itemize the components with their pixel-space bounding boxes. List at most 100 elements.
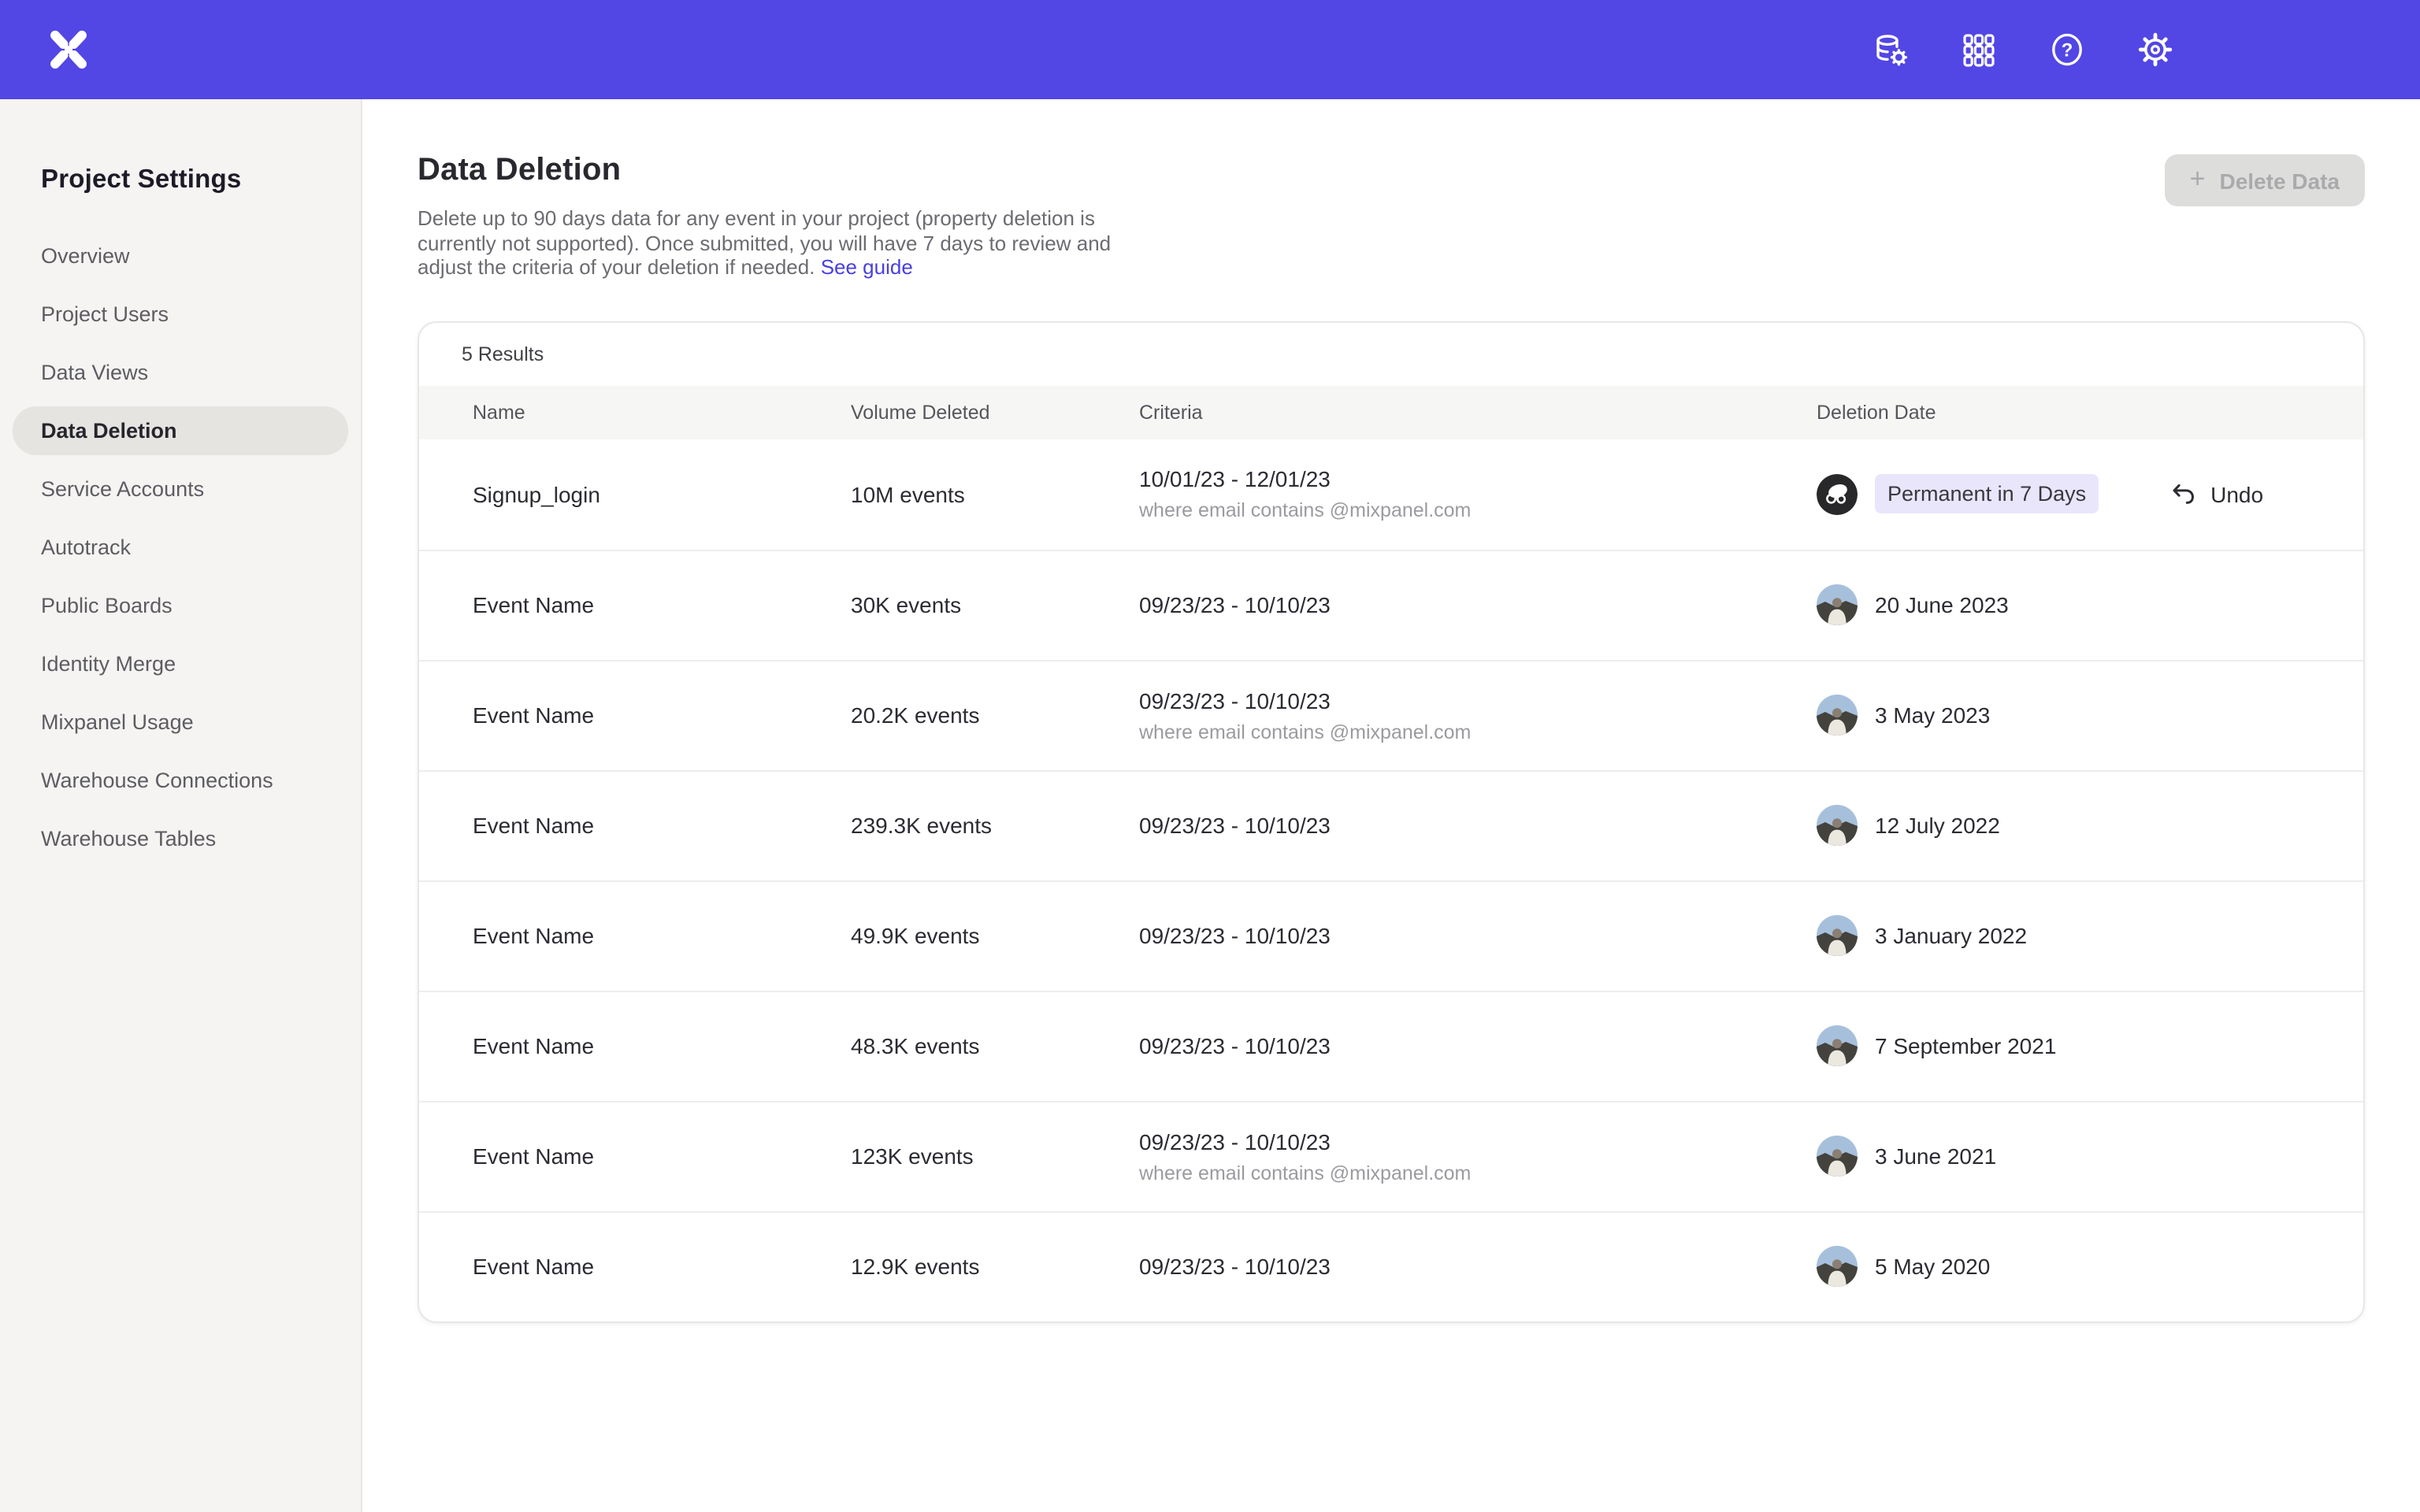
user-photo-avatar <box>1817 584 1858 625</box>
apps-grid-icon[interactable] <box>1960 31 1998 69</box>
table-header-row: Name Volume Deleted Criteria Deletion Da… <box>419 385 2363 439</box>
table-row: Event Name 20.2K events 09/23/23 - 10/10… <box>419 659 2363 769</box>
page-description-text: Delete up to 90 days data for any event … <box>418 206 1111 279</box>
row-volume: 48.3K events <box>851 1033 1139 1058</box>
sidebar-item-project-users[interactable]: Project Users <box>13 290 348 339</box>
user-photo-avatar <box>1817 805 1858 846</box>
table-row: Event Name 48.3K events 09/23/23 - 10/10… <box>419 990 2363 1100</box>
row-criteria-cell: 09/23/23 - 10/10/23 <box>1139 923 1817 948</box>
row-criteria: 09/23/23 - 10/10/23 <box>1139 1033 1817 1058</box>
character-avatar <box>1817 473 1858 514</box>
results-count: 5 Results <box>419 322 2363 385</box>
user-photo-avatar <box>1817 1136 1858 1177</box>
sidebar-item-identity-merge[interactable]: Identity Merge <box>13 639 348 688</box>
row-criteria: 09/23/23 - 10/10/23 <box>1139 592 1817 617</box>
table-row: Event Name 30K events 09/23/23 - 10/10/2… <box>419 549 2363 659</box>
sidebar-item-label: Identity Merge <box>41 652 176 676</box>
user-photo-avatar <box>1817 915 1858 956</box>
row-name: Event Name <box>473 1254 851 1279</box>
sidebar-item-public-boards[interactable]: Public Boards <box>13 581 348 630</box>
row-deletion-date-cell: 5 May 2020 <box>1817 1246 2363 1287</box>
table-body: Signup_login 10M events 10/01/23 - 12/01… <box>419 439 2363 1321</box>
column-header-volume: Volume Deleted <box>851 401 1139 423</box>
row-volume: 20.2K events <box>851 702 1139 728</box>
sidebar-item-mixpanel-usage[interactable]: Mixpanel Usage <box>13 698 348 747</box>
help-icon[interactable]: ? <box>2048 31 2086 69</box>
row-name: Event Name <box>473 592 851 617</box>
page-title: Data Deletion <box>418 153 1114 189</box>
sidebar-item-label: Autotrack <box>41 536 131 559</box>
deletion-date: 3 June 2021 <box>1875 1143 1996 1169</box>
sidebar-item-label: Mixpanel Usage <box>41 710 194 734</box>
mixpanel-logo[interactable] <box>44 26 91 73</box>
sidebar-item-warehouse-connections[interactable]: Warehouse Connections <box>13 756 348 805</box>
sidebar-item-data-views[interactable]: Data Views <box>13 348 348 397</box>
svg-text:?: ? <box>2062 39 2073 61</box>
sidebar-item-label: Public Boards <box>41 594 173 617</box>
row-criteria-detail: where email contains @mixpanel.com <box>1139 499 1817 521</box>
row-criteria-cell: 09/23/23 - 10/10/23 <box>1139 592 1817 617</box>
page-description: Delete up to 90 days data for any event … <box>418 206 1114 280</box>
row-criteria-cell: 09/23/23 - 10/10/23 <box>1139 813 1817 838</box>
delete-data-label: Delete Data <box>2219 168 2340 193</box>
row-volume: 10M events <box>851 481 1139 506</box>
topbar-icon-group: ? <box>1872 31 2174 69</box>
table-row: Event Name 12.9K events 09/23/23 - 10/10… <box>419 1210 2363 1321</box>
table-row: Event Name 123K events 09/23/23 - 10/10/… <box>419 1100 2363 1210</box>
row-criteria: 09/23/23 - 10/10/23 <box>1139 1128 1817 1154</box>
table-row: Event Name 49.9K events 09/23/23 - 10/10… <box>419 880 2363 990</box>
deletion-date: 12 July 2022 <box>1875 813 2000 838</box>
sidebar-item-label: Warehouse Connections <box>41 769 273 792</box>
row-volume: 12.9K events <box>851 1254 1139 1279</box>
row-deletion-date-cell: Permanent in 7 Days Undo <box>1817 473 2363 514</box>
status-badge: Permanent in 7 Days <box>1875 474 2099 513</box>
column-header-criteria: Criteria <box>1139 401 1817 423</box>
sidebar-item-autotrack[interactable]: Autotrack <box>13 523 348 572</box>
deletion-date: 5 May 2020 <box>1875 1254 1990 1279</box>
delete-data-button[interactable]: + Delete Data <box>2165 154 2365 206</box>
row-criteria: 10/01/23 - 12/01/23 <box>1139 466 1817 491</box>
row-deletion-date-cell: 12 July 2022 <box>1817 805 2363 846</box>
sidebar-item-label: Data Views <box>41 361 148 384</box>
row-name: Event Name <box>473 1033 851 1058</box>
row-criteria-detail: where email contains @mixpanel.com <box>1139 721 1817 743</box>
row-criteria: 09/23/23 - 10/10/23 <box>1139 923 1817 948</box>
user-photo-avatar <box>1817 695 1858 736</box>
plus-icon: + <box>2190 165 2206 192</box>
row-volume: 123K events <box>851 1143 1139 1169</box>
app-window: ? Project Settings Overview Project User… <box>0 0 2420 1512</box>
row-name: Event Name <box>473 813 851 838</box>
sidebar: Project Settings Overview Project Users … <box>0 99 362 1512</box>
row-name: Event Name <box>473 1143 851 1169</box>
sidebar-item-label: Warehouse Tables <box>41 827 216 850</box>
sidebar-nav: Overview Project Users Data Views Data D… <box>0 227 361 868</box>
row-volume: 30K events <box>851 592 1139 617</box>
topbar: ? <box>0 0 2420 99</box>
undo-button[interactable]: Undo <box>2169 480 2263 507</box>
sidebar-item-service-accounts[interactable]: Service Accounts <box>13 465 348 513</box>
settings-icon[interactable] <box>2136 31 2174 69</box>
row-criteria-cell: 09/23/23 - 10/10/23 where email contains… <box>1139 687 1817 743</box>
row-name: Event Name <box>473 702 851 728</box>
row-deletion-date-cell: 20 June 2023 <box>1817 584 2363 625</box>
row-volume: 239.3K events <box>851 813 1139 838</box>
main-content: Data Deletion Delete up to 90 days data … <box>362 99 2420 1512</box>
column-header-name: Name <box>473 401 851 423</box>
deletion-date: 7 September 2021 <box>1875 1033 2056 1058</box>
sidebar-title: Project Settings <box>0 165 361 195</box>
table-row: Event Name 239.3K events 09/23/23 - 10/1… <box>419 769 2363 880</box>
mixpanel-logo-icon <box>46 28 89 71</box>
sidebar-item-overview[interactable]: Overview <box>13 232 348 280</box>
row-criteria-cell: 10/01/23 - 12/01/23 where email contains… <box>1139 466 1817 521</box>
row-criteria-cell: 09/23/23 - 10/10/23 where email contains… <box>1139 1128 1817 1184</box>
data-settings-icon[interactable] <box>1872 31 1910 69</box>
see-guide-link[interactable]: See guide <box>821 255 913 279</box>
page-header: Data Deletion Delete up to 90 days data … <box>418 153 2365 280</box>
sidebar-item-warehouse-tables[interactable]: Warehouse Tables <box>13 814 348 863</box>
undo-label: Undo <box>2210 481 2263 506</box>
user-photo-avatar <box>1817 1246 1858 1287</box>
row-criteria: 09/23/23 - 10/10/23 <box>1139 1254 1817 1279</box>
deletion-date: 20 June 2023 <box>1875 592 2009 617</box>
deletion-date: 3 January 2022 <box>1875 923 2027 948</box>
sidebar-item-data-deletion[interactable]: Data Deletion <box>13 406 348 455</box>
